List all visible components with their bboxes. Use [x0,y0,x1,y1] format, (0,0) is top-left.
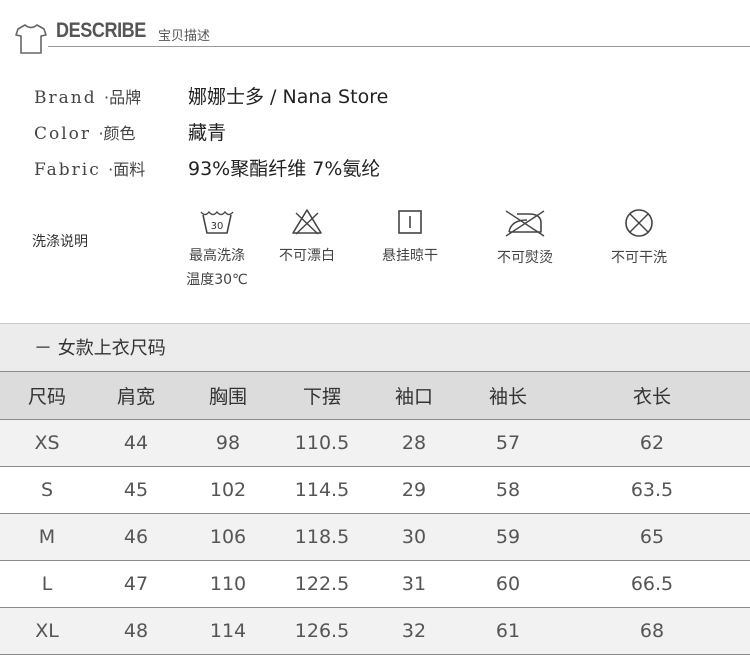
table-cell: 110.5 [278,419,366,467]
table-row: XS 44 98 110.5 28 57 62 [0,419,750,467]
fabric-label-cn: ·面料 [108,160,146,179]
column-header: 衣长 [554,371,750,420]
table-cell: 44 [94,419,178,467]
care-item-hang-dry: 悬挂晾干 [365,208,455,268]
table-cell: 118.5 [278,513,366,561]
table-cell: 28 [366,419,462,467]
table-cell: 47 [94,560,178,608]
color-label-cn: ·颜色 [98,124,136,143]
column-header: 袖口 [366,371,462,420]
care-label-2: 温度30℃ [186,272,248,288]
no-iron-icon [505,210,545,237]
care-label: 悬挂晾干 [382,248,438,264]
column-header: 肩宽 [94,371,178,420]
column-header: 袖长 [462,371,554,420]
table-cell: 60 [462,560,554,608]
table-cell: 62 [554,419,750,467]
table-cell: 58 [462,466,554,514]
table-cell: 106 [178,513,278,561]
page-subtitle: 宝贝描述 [158,29,211,44]
table-cell: 30 [366,513,462,561]
care-label: 不可漂白 [279,248,335,264]
table-cell: 48 [94,607,178,655]
brand-label-cn: ·品牌 [104,88,142,107]
size-table: 尺码 肩宽 胸围 下摆 袖口 袖长 衣长 XS 44 98 110.5 28 5… [0,371,750,655]
table-cell: 59 [462,513,554,561]
hang-dry-icon [398,210,422,234]
wash-30-icon: 30 [200,210,234,234]
brand-value: 娜娜士多 / Nana Store [188,86,389,108]
table-cell: 29 [366,466,462,514]
header-divider [48,46,750,47]
table-cell: XL [0,607,94,655]
table-cell: 63.5 [554,466,750,514]
tshirt-icon [15,24,47,54]
column-header: 胸围 [178,371,278,420]
table-row: XL 48 114 126.5 32 61 68 [0,607,750,655]
table-cell: 110 [178,560,278,608]
table-cell: L [0,560,94,608]
table-cell: M [0,513,94,561]
column-header: 尺码 [0,371,94,420]
care-title: 洗涤说明 [32,234,88,250]
size-section-title: － 女款上衣尺码 [34,338,166,359]
no-bleach-icon [292,209,322,235]
brand-label-en: Brand [34,88,97,108]
table-cell: 65 [554,513,750,561]
table-cell: 102 [178,466,278,514]
care-item-wash: 30 最高洗涤 温度30℃ [172,208,262,292]
table-cell: 46 [94,513,178,561]
fabric-value: 93%聚酯纤维 7%氨纶 [188,158,381,180]
table-cell: 68 [554,607,750,655]
table-cell: 114.5 [278,466,366,514]
table-cell: S [0,466,94,514]
table-row: L 47 110 122.5 31 60 66.5 [0,560,750,608]
table-cell: 126.5 [278,607,366,655]
color-label: Color ·颜色 [34,120,136,144]
color-value: 藏青 [188,122,227,144]
care-item-no-bleach: 不可漂白 [262,208,352,268]
wash-temp-text: 30 [211,221,224,232]
table-cell: 66.5 [554,560,750,608]
table-row: M 46 106 118.5 30 59 65 [0,513,750,561]
table-row: S 45 102 114.5 29 58 63.5 [0,466,750,514]
table-cell: 98 [178,419,278,467]
table-cell: 31 [366,560,462,608]
table-cell: 57 [462,419,554,467]
column-header: 下摆 [278,371,366,420]
care-label: 不可干洗 [611,250,667,266]
care-item-no-dryclean: 不可干洗 [594,208,684,270]
page-title: DESCRIBE [56,19,146,42]
brand-label: Brand ·品牌 [34,84,141,108]
color-label-en: Color [34,124,92,144]
size-table-header: 尺码 肩宽 胸围 下摆 袖口 袖长 衣长 [0,371,750,420]
fabric-label: Fabric ·面料 [34,156,145,180]
table-cell: 32 [366,607,462,655]
fabric-label-en: Fabric [34,160,101,180]
care-label: 不可熨烫 [497,250,553,266]
care-item-no-iron: 不可熨烫 [480,208,570,270]
care-label: 最高洗涤 [189,248,245,264]
table-cell: 114 [178,607,278,655]
table-cell: 45 [94,466,178,514]
table-cell: XS [0,419,94,467]
no-dryclean-icon [625,209,653,237]
table-cell: 122.5 [278,560,366,608]
table-cell: 61 [462,607,554,655]
